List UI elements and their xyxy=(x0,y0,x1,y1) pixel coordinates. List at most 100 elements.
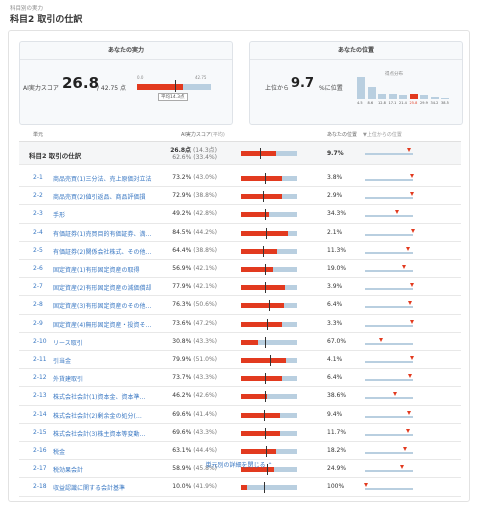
unit-average-marker xyxy=(264,282,266,294)
unit-rate: 84.5% (44.2%) xyxy=(159,229,217,236)
unit-row[interactable]: 2-12 外貨建取引 73.7% (43.3%) 6.4% xyxy=(19,369,461,388)
unit-average-marker xyxy=(265,446,267,457)
unit-position: 9.4% xyxy=(327,410,343,418)
unit-number[interactable]: 2-2 xyxy=(33,192,43,199)
average-label: 平均14.3点 xyxy=(158,93,188,101)
position-suffix: %に位置 xyxy=(319,85,343,92)
breadcrumb[interactable]: 科目別の実力 xyxy=(10,4,43,12)
unit-row[interactable]: 2-10 リース取引 30.8% (43.3%) 67.0% xyxy=(19,333,461,351)
position-legend: ▼上位からの位置 xyxy=(363,132,402,138)
unit-average-marker xyxy=(264,409,266,421)
unit-score-bar xyxy=(241,282,297,294)
unit-number[interactable]: 2-6 xyxy=(33,265,43,272)
unit-position-line xyxy=(363,483,413,491)
column-header-ai-score-note: (平均) xyxy=(210,132,225,138)
unit-number[interactable]: 2-11 xyxy=(33,356,47,363)
unit-rate: 64.4% (38.8%) xyxy=(159,247,217,254)
unit-number[interactable]: 2-9 xyxy=(33,320,43,327)
unit-name-link[interactable]: 税金 xyxy=(53,447,65,456)
unit-average-marker xyxy=(265,336,267,348)
unit-average-marker xyxy=(264,391,266,403)
unit-average-marker xyxy=(265,373,267,385)
unit-name-link[interactable]: 固定資産(3)有形固定資産のその他… xyxy=(53,301,152,310)
unit-name-link[interactable]: 有価証券(1)売買目的有価証券、満… xyxy=(53,229,152,238)
unit-score-bar-fill xyxy=(241,267,273,272)
unit-name-link[interactable]: 手形 xyxy=(53,210,65,219)
unit-number[interactable]: 2-4 xyxy=(33,229,43,236)
histogram-labels: 4.5 8.6 12.8 17.1 21.4 25.8 29.9 34.2 38.5 xyxy=(357,101,457,107)
unit-row[interactable]: 2-1 商品売買(1)三分法、売上原価対立法 73.2% (43.0%) 3.8% xyxy=(19,169,461,188)
unit-name-link[interactable]: 商品売買(1)三分法、売上原価対立法 xyxy=(53,174,152,183)
unit-score-bar xyxy=(241,391,297,403)
unit-number[interactable]: 2-12 xyxy=(33,374,47,381)
average-marker xyxy=(175,80,176,92)
unit-row[interactable]: 2-7 固定資産(2)有形固定資産の減価償却 77.9% (42.1%) 3.9% xyxy=(19,278,461,297)
unit-row[interactable]: 2-14 株式会社会計(2)剰余金の処分(… 69.6% (41.4%) 9.4% xyxy=(19,406,461,424)
unit-name-link[interactable]: リース取引 xyxy=(53,338,83,347)
unit-position-marker xyxy=(405,428,410,433)
unit-rate-avg: (50.6%) xyxy=(193,301,217,309)
unit-rate: 79.9% (51.0%) xyxy=(159,356,217,363)
unit-name-link[interactable]: 固定資産(2)有形固定資産の減価償却 xyxy=(53,283,152,292)
unit-name-link[interactable]: 商品売買(2)値引返品、商品評価損 xyxy=(53,192,146,201)
unit-number[interactable]: 2-13 xyxy=(33,392,47,399)
unit-row[interactable]: 2-11 引当金 79.9% (51.0%) 4.1% xyxy=(19,351,461,370)
unit-number[interactable]: 2-1 xyxy=(33,174,43,181)
unit-row[interactable]: 2-2 商品売買(2)値引返品、商品評価損 72.9% (38.8%) 2.9% xyxy=(19,187,461,206)
unit-position-line xyxy=(365,246,413,254)
unit-rate: 77.9% (42.1%) xyxy=(159,283,217,290)
unit-average-marker xyxy=(265,227,267,239)
column-header-ai-score-label: AI実力スコア xyxy=(181,132,211,138)
unit-row[interactable]: 2-18 収益認識に関する会計基準 10.0% (41.9%) 100% xyxy=(19,478,461,497)
unit-name-link[interactable]: 株式会社会計(1)資本金、資本準… xyxy=(53,392,146,401)
unit-rate-avg: (38.8%) xyxy=(193,246,217,254)
subject-rate-avg: (33.4%) xyxy=(193,154,217,161)
unit-score-bar-fill xyxy=(241,449,277,454)
unit-row[interactable]: 2-4 有価証券(1)売買目的有価証券、満… 84.5% (44.2%) 2.1% xyxy=(19,224,461,242)
unit-row[interactable]: 2-16 税金 63.1% (44.4%) 18.2% xyxy=(19,442,461,461)
unit-name-link[interactable]: 有価証券(2)関係会社株式、その他… xyxy=(53,247,152,256)
unit-row[interactable]: 2-13 株式会社会計(1)資本金、資本準… 46.2% (42.6%) 38.6% xyxy=(19,387,461,406)
histogram-label: 25.8 xyxy=(409,101,418,105)
unit-number[interactable]: 2-7 xyxy=(33,283,43,290)
unit-name-link[interactable]: 株式会社会計(2)剰余金の処分(… xyxy=(53,411,142,420)
unit-name-link[interactable]: 外貨建取引 xyxy=(53,374,83,383)
unit-name-link[interactable]: 株式会社会計(3)株主資本等変動… xyxy=(53,429,146,438)
unit-number[interactable]: 2-14 xyxy=(33,411,47,418)
unit-name-link[interactable]: 固定資産(4)無形固定資産・投資そ… xyxy=(53,320,152,329)
unit-number[interactable]: 2-16 xyxy=(33,447,47,454)
score-max: / 42.75 点 xyxy=(97,85,127,92)
unit-rate-avg: (41.4%) xyxy=(193,410,217,418)
unit-position-line xyxy=(365,265,413,272)
unit-row[interactable]: 2-15 株式会社会計(3)株主資本等変動… 69.6% (43.3%) 11.7% xyxy=(19,424,461,442)
unit-row[interactable]: 2-9 固定資産(4)無形固定資産・投資そ… 73.6% (47.2%) 3.3% xyxy=(19,315,461,333)
unit-position-marker xyxy=(402,265,407,269)
unit-name-link[interactable]: 引当金 xyxy=(53,356,71,365)
unit-position-line xyxy=(365,447,413,454)
unit-rate-avg: (43.0%) xyxy=(193,174,217,181)
unit-average-marker xyxy=(264,482,266,494)
unit-position: 3.3% xyxy=(327,319,343,327)
unit-number[interactable]: 2-3 xyxy=(33,210,43,217)
unit-name-link[interactable]: 固定資産(1)有形固定資産の取得 xyxy=(53,265,140,274)
histogram-label: 38.5 xyxy=(441,101,449,105)
unit-number[interactable]: 2-10 xyxy=(33,338,47,345)
unit-row[interactable]: 2-3 手形 49.2% (42.8%) 34.3% xyxy=(19,205,461,224)
unit-row[interactable]: 2-6 固定資産(1)有形固定資産の取得 56.9% (42.1%) 19.0% xyxy=(19,260,461,279)
unit-position-line xyxy=(365,228,415,236)
unit-name-link[interactable]: 収益認識に関する会計基準 xyxy=(53,483,125,492)
unit-average-marker xyxy=(262,191,264,203)
unit-rate-avg: (47.2%) xyxy=(193,319,217,327)
unit-rate-value: 46.2% xyxy=(172,392,192,400)
subject-score: 26.8点 (14.3点) xyxy=(159,145,217,154)
collapse-units-link[interactable]: 単元別の詳細を閉じる ⌃ xyxy=(0,460,478,469)
unit-number[interactable]: 2-8 xyxy=(33,301,43,308)
unit-number[interactable]: 2-5 xyxy=(33,247,43,254)
unit-number[interactable]: 2-15 xyxy=(33,429,47,436)
unit-row[interactable]: 2-8 固定資産(3)有形固定資産のその他… 76.3% (50.6%) 6.4% xyxy=(19,296,461,315)
unit-row[interactable]: 2-5 有価証券(2)関係会社株式、その他… 64.4% (38.8%) 11.3% xyxy=(19,242,461,260)
unit-rate-value: 64.4% xyxy=(172,246,192,254)
unit-rate-value: 72.9% xyxy=(172,192,192,200)
unit-number[interactable]: 2-18 xyxy=(33,483,47,490)
unit-score-bar xyxy=(241,209,297,221)
